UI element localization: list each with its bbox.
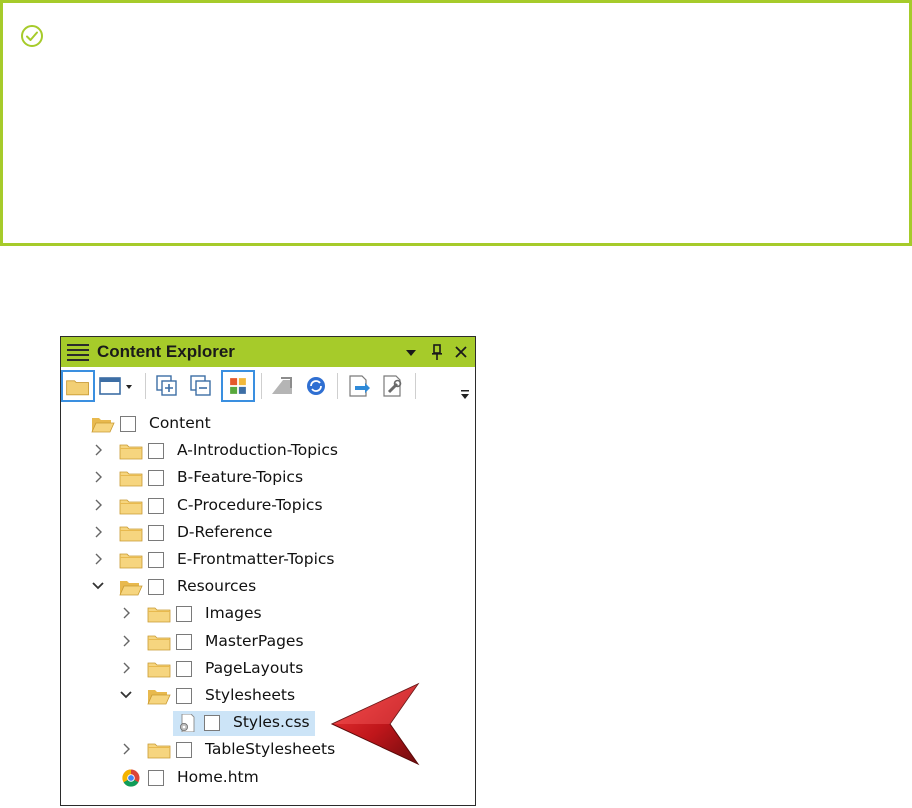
tree-checkbox[interactable] [148,552,164,568]
folder-open-icon [91,418,115,433]
tree-checkbox[interactable] [148,769,164,786]
tree-row[interactable]: Content [61,411,475,438]
tree-row[interactable]: MasterPages [61,629,475,656]
chevron-right-icon[interactable] [119,633,133,649]
tree-item-label[interactable]: E-Frontmatter-Topics [177,550,335,568]
chevron-right-icon[interactable] [91,442,105,458]
tree-item-label[interactable]: Home.htm [177,768,259,786]
toolbar-separator [415,373,416,399]
tree-row[interactable]: Images [61,601,475,628]
folder-icon [147,635,171,650]
chrome-icon [122,769,140,787]
open-icon[interactable] [343,370,373,402]
tree-checkbox[interactable] [176,606,192,623]
red-arrow-pointer-icon [330,682,420,766]
tree-item-label[interactable]: PageLayouts [205,659,303,677]
tree-checkbox[interactable] [148,579,164,596]
toolbar-separator [261,373,262,399]
chevron-right-icon[interactable] [91,497,105,513]
toolbar-separator [145,373,146,399]
tree-item-label[interactable]: Content [149,414,211,432]
tree-item-label[interactable]: Stylesheets [205,686,295,704]
tree-row[interactable]: Resources [61,574,475,601]
folder-icon [119,526,143,542]
folder-icon [147,743,171,759]
folder-icon [119,471,143,487]
folder-icon [147,607,171,623]
tree-item-label[interactable]: MasterPages [205,632,304,650]
move-icon[interactable] [267,370,297,402]
tree-row[interactable]: C-Procedure-Topics [61,493,475,520]
chevron-down-icon[interactable] [91,578,105,594]
tree-item-label[interactable]: D-Reference [177,523,273,541]
chevron-right-icon[interactable] [119,605,133,621]
folder-open-icon [119,581,143,596]
panel-title-bar: Content Explorer [61,337,475,367]
panel-title: Content Explorer [97,342,235,361]
chevron-down-icon[interactable] [119,687,133,703]
tree-item-label[interactable]: Resources [177,577,256,595]
tree-checkbox[interactable] [148,524,164,541]
folder-icon [147,662,171,678]
tree-checkbox[interactable] [148,497,164,514]
tree-checkbox[interactable] [204,715,220,732]
chevron-right-icon[interactable] [91,469,105,485]
folder-view-icon[interactable] [61,370,95,402]
chevron-right-icon[interactable] [91,551,105,567]
dropdown-arrow-icon[interactable] [403,343,419,361]
tree-checkbox[interactable] [148,470,164,487]
pin-icon[interactable] [429,343,445,361]
tree-row[interactable]: PageLayouts [61,656,475,683]
tree-row[interactable]: B-Feature-Topics [61,465,475,492]
tree-checkbox[interactable] [176,633,192,650]
tree-row[interactable]: D-Reference [61,520,475,547]
toolbar-separator [337,373,338,399]
overflow-icon[interactable] [457,370,473,402]
chevron-right-icon[interactable] [119,741,133,757]
tree-row[interactable]: A-Introduction-Topics [61,438,475,465]
color-grid-icon[interactable] [221,370,255,402]
panel-toolbar [61,367,475,407]
folder-icon [119,444,143,460]
chevron-right-icon[interactable] [91,524,105,540]
tree-row[interactable]: E-Frontmatter-Topics [61,547,475,574]
refresh-icon[interactable] [301,370,331,402]
folder-icon [119,499,143,514]
expand-all-icon[interactable] [153,370,183,402]
tree-checkbox[interactable] [176,688,192,704]
tree-checkbox[interactable] [148,443,164,460]
tree-checkbox[interactable] [176,660,192,677]
tip-callout [0,0,912,246]
tree-checkbox[interactable] [120,416,136,432]
close-icon[interactable] [453,343,469,361]
panel-menu-icon[interactable] [67,343,89,361]
css-file-icon [180,714,195,733]
folder-icon [119,553,143,569]
tree-item-label[interactable]: C-Procedure-Topics [177,496,323,514]
folder-open-icon [147,690,171,705]
tree-item-label[interactable]: Images [205,604,262,622]
collapse-all-icon[interactable] [187,370,217,402]
tree-item-label[interactable]: TableStylesheets [205,740,335,758]
tree-item-label[interactable]: B-Feature-Topics [177,468,303,486]
tree-item-label[interactable]: Styles.css [233,713,310,731]
tree-checkbox[interactable] [176,742,192,759]
properties-icon[interactable] [377,370,407,402]
check-circle-icon [21,25,43,47]
tree-row[interactable]: Home.htm [61,765,475,792]
chevron-right-icon[interactable] [119,660,133,676]
layout-icon[interactable] [97,370,137,402]
tree-item-label[interactable]: A-Introduction-Topics [177,441,338,459]
